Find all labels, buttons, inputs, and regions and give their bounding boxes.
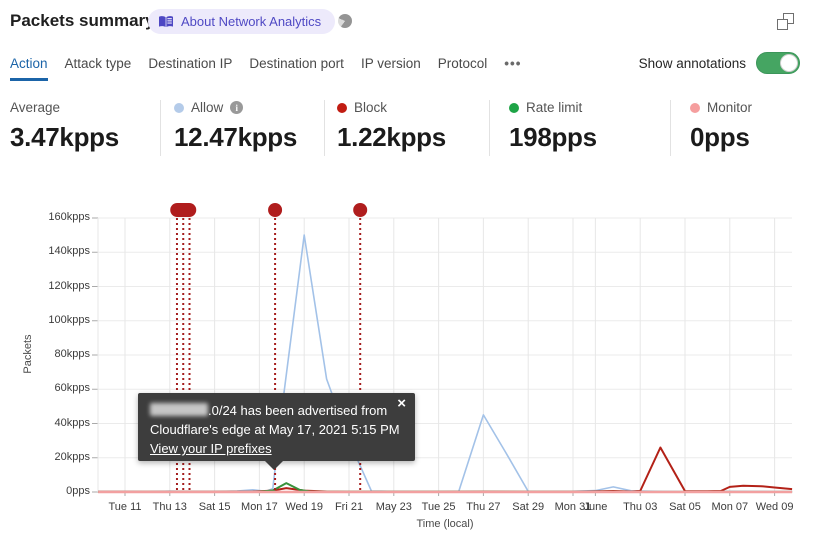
annotation-marker-dot[interactable]: [353, 203, 368, 217]
annotation-marker-pill[interactable]: [170, 203, 197, 217]
stat-average: Average 3.47kpps: [10, 100, 119, 153]
donut-progress-icon: [338, 14, 352, 28]
y-tick-label: 80kpps: [54, 348, 90, 360]
page-title: Packets summary: [10, 11, 155, 30]
stat-label: Block: [354, 100, 388, 115]
y-tick-label: 60kpps: [54, 382, 90, 395]
tooltip-arrow: [265, 461, 283, 470]
stat-allow: Allow i 12.47kpps: [174, 100, 297, 153]
info-icon[interactable]: i: [230, 101, 244, 114]
stat-value: 1.22kpps: [337, 122, 446, 152]
tab-bar: Action Attack type Destination IP Destinati…: [10, 52, 521, 81]
x-axis-title: Time (local): [416, 518, 474, 530]
legend-dot-icon: [690, 102, 700, 113]
stat-divider: [670, 100, 671, 156]
stat-divider: [324, 100, 325, 156]
network-analytics-panel: Packets summary About Network Analytics …: [0, 0, 816, 545]
stat-label: Monitor: [707, 100, 753, 115]
stat-value: 198pps: [509, 122, 597, 152]
y-tick-label: 120kpps: [48, 279, 90, 292]
stat-monitor: Monitor 0pps: [690, 100, 752, 153]
tab-ip-version[interactable]: IP version: [361, 52, 421, 81]
stat-value: 0pps: [690, 122, 750, 152]
y-tick-label: 160kpps: [48, 211, 90, 223]
y-tick-label: 20kpps: [54, 450, 90, 463]
stat-block: Block 1.22kpps: [337, 100, 446, 153]
close-icon[interactable]: ×: [397, 396, 406, 411]
x-tick-label: Wed 09: [755, 501, 794, 513]
tab-destination-ip[interactable]: Destination IP: [148, 52, 232, 81]
y-tick-label: 140kpps: [48, 245, 90, 258]
toggle-knob: [780, 54, 798, 72]
view-ip-prefixes-link[interactable]: View your IP prefixes: [150, 441, 272, 456]
tooltip-line1: .0/24 has been advertised from: [150, 401, 403, 420]
legend-dot-icon: [174, 102, 184, 113]
tabs-overflow-button[interactable]: •••: [504, 52, 521, 81]
y-tick-label: 100kpps: [48, 313, 90, 326]
annotation-tooltip: × .0/24 has been advertised from Cloudfl…: [138, 393, 415, 470]
show-annotations-label: Show annotations: [638, 56, 746, 71]
stat-divider: [489, 100, 490, 156]
copy-window-icon[interactable]: [777, 13, 794, 30]
stat-divider: [160, 100, 161, 156]
redacted-ip-prefix: [150, 403, 208, 416]
stat-label: Average: [10, 100, 61, 115]
header: Packets summary About Network Analytics: [0, 0, 816, 44]
stat-label: Rate limit: [526, 100, 583, 115]
badge-label: About Network Analytics: [181, 14, 322, 29]
stats-row: Average 3.47kpps Allow i 12.47kpps Block 1.22k…: [0, 96, 816, 160]
about-network-analytics-badge[interactable]: About Network Analytics: [148, 9, 336, 34]
tab-protocol[interactable]: Protocol: [438, 52, 488, 81]
tooltip-line2: Cloudflare's edge at May 17, 2021 5:15 P…: [150, 422, 400, 437]
book-icon: [159, 15, 173, 27]
legend-dot-icon: [337, 102, 347, 113]
stat-label: Allow: [191, 100, 224, 115]
stat-rate-limit: Rate limit 198pps: [509, 100, 597, 153]
packets-chart: Packets Time (local) × .0/24 has been ad…: [0, 195, 816, 545]
tab-destination-port[interactable]: Destination port: [249, 52, 344, 81]
legend-dot-icon: [509, 102, 519, 113]
show-annotations-toggle[interactable]: [756, 52, 800, 74]
y-tick-label: 0pps: [66, 485, 90, 497]
stat-value: 12.47kpps: [174, 122, 298, 152]
stat-value: 3.47kpps: [10, 122, 119, 152]
chart-canvas: [92, 203, 793, 496]
annotation-marker-dot[interactable]: [268, 203, 283, 217]
y-tick-label: 40kpps: [54, 416, 90, 429]
tab-action[interactable]: Action: [10, 52, 48, 81]
tab-attack-type[interactable]: Attack type: [65, 52, 132, 81]
tooltip-link-row: View your IP prefixes: [150, 439, 403, 458]
